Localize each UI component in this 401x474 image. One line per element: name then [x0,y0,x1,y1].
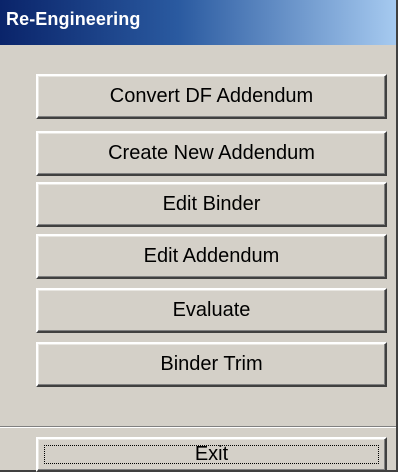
button-label: Evaluate [172,299,251,321]
button-label: Binder Trim [160,353,263,375]
title-bar[interactable]: Re-Engineering [0,0,396,45]
create-new-addendum-button[interactable]: Create New Addendum [36,131,387,176]
convert-df-addendum-button[interactable]: Convert DF Addendum [36,74,387,119]
exit-button[interactable]: Exit [36,437,387,472]
button-label: Edit Binder [162,193,261,215]
re-engineering-window: Re-Engineering Convert DF Addendum Creat… [0,0,398,472]
button-label: Convert DF Addendum [109,85,314,107]
button-label: Create New Addendum [108,142,315,164]
edit-addendum-button[interactable]: Edit Addendum [36,234,387,279]
evaluate-button[interactable]: Evaluate [36,288,387,333]
separator [0,426,396,428]
button-label: Exit [194,443,229,465]
edit-binder-button[interactable]: Edit Binder [36,182,387,227]
binder-trim-button[interactable]: Binder Trim [36,342,387,387]
window-title: Re-Engineering [6,9,141,29]
button-label: Edit Addendum [143,245,280,267]
